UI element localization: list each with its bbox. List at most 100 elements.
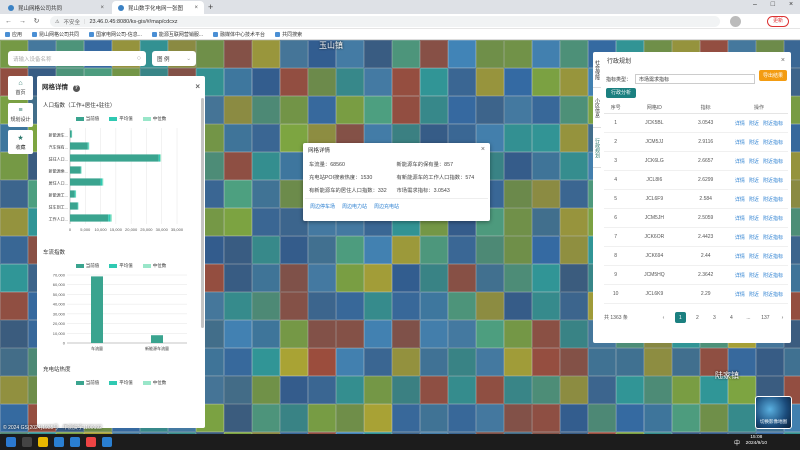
heatmap-cell[interactable] <box>560 96 588 124</box>
heatmap-cell[interactable] <box>0 236 28 264</box>
heatmap-cell[interactable] <box>588 376 616 404</box>
close-icon[interactable]: × <box>781 57 785 64</box>
heatmap-cell[interactable] <box>504 404 532 432</box>
heatmap-cell[interactable] <box>280 320 308 348</box>
window-close-icon[interactable]: × <box>789 1 793 13</box>
heatmap-cell[interactable] <box>420 68 448 96</box>
heatmap-cell[interactable] <box>532 376 560 404</box>
heatmap-cell[interactable] <box>588 348 616 376</box>
bookmark-item[interactable]: 昆山网格公司共同 <box>32 31 79 38</box>
heatmap-cell[interactable] <box>448 96 476 124</box>
heatmap-cell[interactable] <box>560 264 588 292</box>
heatmap-cell[interactable] <box>504 152 532 180</box>
nearby-parking-link[interactable]: 周边停车场 <box>310 203 335 210</box>
search-icon[interactable] <box>22 437 32 447</box>
detail-link[interactable]: 详情 <box>735 120 745 127</box>
heatmap-cell[interactable] <box>224 236 252 264</box>
heatmap-cell[interactable] <box>532 68 560 96</box>
heatmap-cell[interactable] <box>224 208 252 236</box>
heatmap-cell[interactable] <box>532 264 560 292</box>
heatmap-cell[interactable] <box>336 404 364 432</box>
heatmap-cell[interactable] <box>420 40 448 68</box>
heatmap-cell[interactable] <box>0 180 28 208</box>
heatmap-cell[interactable] <box>504 236 532 264</box>
heatmap-cell[interactable] <box>420 320 448 348</box>
minimize-icon[interactable]: – <box>753 1 757 13</box>
heatmap-cell[interactable] <box>504 40 532 68</box>
next-page-button[interactable]: › <box>777 312 788 323</box>
heatmap-cell[interactable] <box>364 348 392 376</box>
page-button[interactable]: 1 <box>674 312 686 323</box>
heatmap-cell[interactable] <box>252 320 280 348</box>
nearby-link[interactable]: 附近 <box>749 215 759 222</box>
heatmap-cell[interactable] <box>392 40 420 68</box>
app-icon[interactable] <box>102 437 112 447</box>
heatmap-cell[interactable] <box>448 40 476 68</box>
heatmap-cell[interactable] <box>420 376 448 404</box>
nearby-link[interactable]: 附近 <box>749 120 759 127</box>
heatmap-cell[interactable] <box>280 264 308 292</box>
heatmap-cell[interactable] <box>644 376 672 404</box>
profile-avatar[interactable] <box>730 16 741 27</box>
nearby-link[interactable]: 附近 <box>749 139 759 146</box>
heatmap-cell[interactable] <box>308 96 336 124</box>
heatmap-cell[interactable] <box>196 40 224 68</box>
heatmap-cell[interactable] <box>420 264 448 292</box>
heatmap-cell[interactable] <box>336 348 364 376</box>
heatmap-cell[interactable] <box>448 348 476 376</box>
rail-plan-button[interactable]: ≡ 规划设计 <box>8 103 33 127</box>
heatmap-cell[interactable] <box>448 404 476 432</box>
heatmap-cell[interactable] <box>224 348 252 376</box>
heatmap-cell[interactable] <box>224 404 252 432</box>
heatmap-cell[interactable] <box>532 320 560 348</box>
heatmap-cell[interactable] <box>252 264 280 292</box>
heatmap-cell[interactable] <box>448 320 476 348</box>
heatmap-cell[interactable] <box>616 376 644 404</box>
bookmark-item[interactable]: 能源互联网营销服... <box>151 31 203 38</box>
page-button[interactable]: 2 <box>692 312 703 323</box>
heatmap-cell[interactable] <box>448 292 476 320</box>
heatmap-cell[interactable] <box>308 264 336 292</box>
heatmap-cell[interactable] <box>420 348 448 376</box>
heatmap-cell[interactable] <box>308 348 336 376</box>
heatmap-cell[interactable] <box>280 236 308 264</box>
heatmap-cell[interactable] <box>252 124 280 152</box>
nearby-indicator-link[interactable]: 附近指标 <box>763 291 783 298</box>
rail-favorite-button[interactable]: ★ 收藏 <box>8 130 33 154</box>
detail-link[interactable]: 详情 <box>735 139 745 146</box>
help-icon[interactable]: ? <box>72 84 80 92</box>
folder-icon[interactable] <box>38 437 48 447</box>
heatmap-cell[interactable] <box>308 292 336 320</box>
close-tab-icon[interactable]: × <box>100 5 104 11</box>
heatmap-cell[interactable] <box>280 376 308 404</box>
heatmap-cell[interactable] <box>560 236 588 264</box>
window-controls[interactable]: – □ × <box>746 1 800 13</box>
tab-community[interactable]: 小区信息 <box>593 88 601 128</box>
heatmap-cell[interactable] <box>476 236 504 264</box>
heatmap-cell[interactable] <box>336 236 364 264</box>
heatmap-cell[interactable] <box>532 208 560 236</box>
new-tab-button[interactable]: + <box>208 2 213 12</box>
tab-admin[interactable]: 行政规划 <box>593 128 601 168</box>
heatmap-cell[interactable] <box>616 348 644 376</box>
windows-start-icon[interactable] <box>6 437 16 447</box>
heatmap-cell[interactable] <box>392 348 420 376</box>
heatmap-cell[interactable] <box>308 68 336 96</box>
back-icon[interactable]: ← <box>4 17 13 26</box>
heatmap-cell[interactable] <box>560 40 588 68</box>
detail-link[interactable]: 详情 <box>735 291 745 298</box>
heatmap-cell[interactable] <box>476 68 504 96</box>
bookmark-item[interactable]: 应用 <box>5 31 22 38</box>
heatmap-cell[interactable] <box>476 376 504 404</box>
heatmap-cell[interactable] <box>392 236 420 264</box>
heatmap-cell[interactable] <box>672 348 700 376</box>
nearby-link[interactable]: 附近 <box>749 177 759 184</box>
heatmap-cell[interactable] <box>224 320 252 348</box>
nearby-link[interactable]: 附近 <box>749 158 759 165</box>
heatmap-cell[interactable] <box>392 376 420 404</box>
heatmap-cell[interactable] <box>252 180 280 208</box>
heatmap-cell[interactable] <box>560 208 588 236</box>
nearby-link[interactable]: 附近 <box>749 196 759 203</box>
heatmap-cell[interactable] <box>504 292 532 320</box>
heatmap-cell[interactable] <box>476 348 504 376</box>
